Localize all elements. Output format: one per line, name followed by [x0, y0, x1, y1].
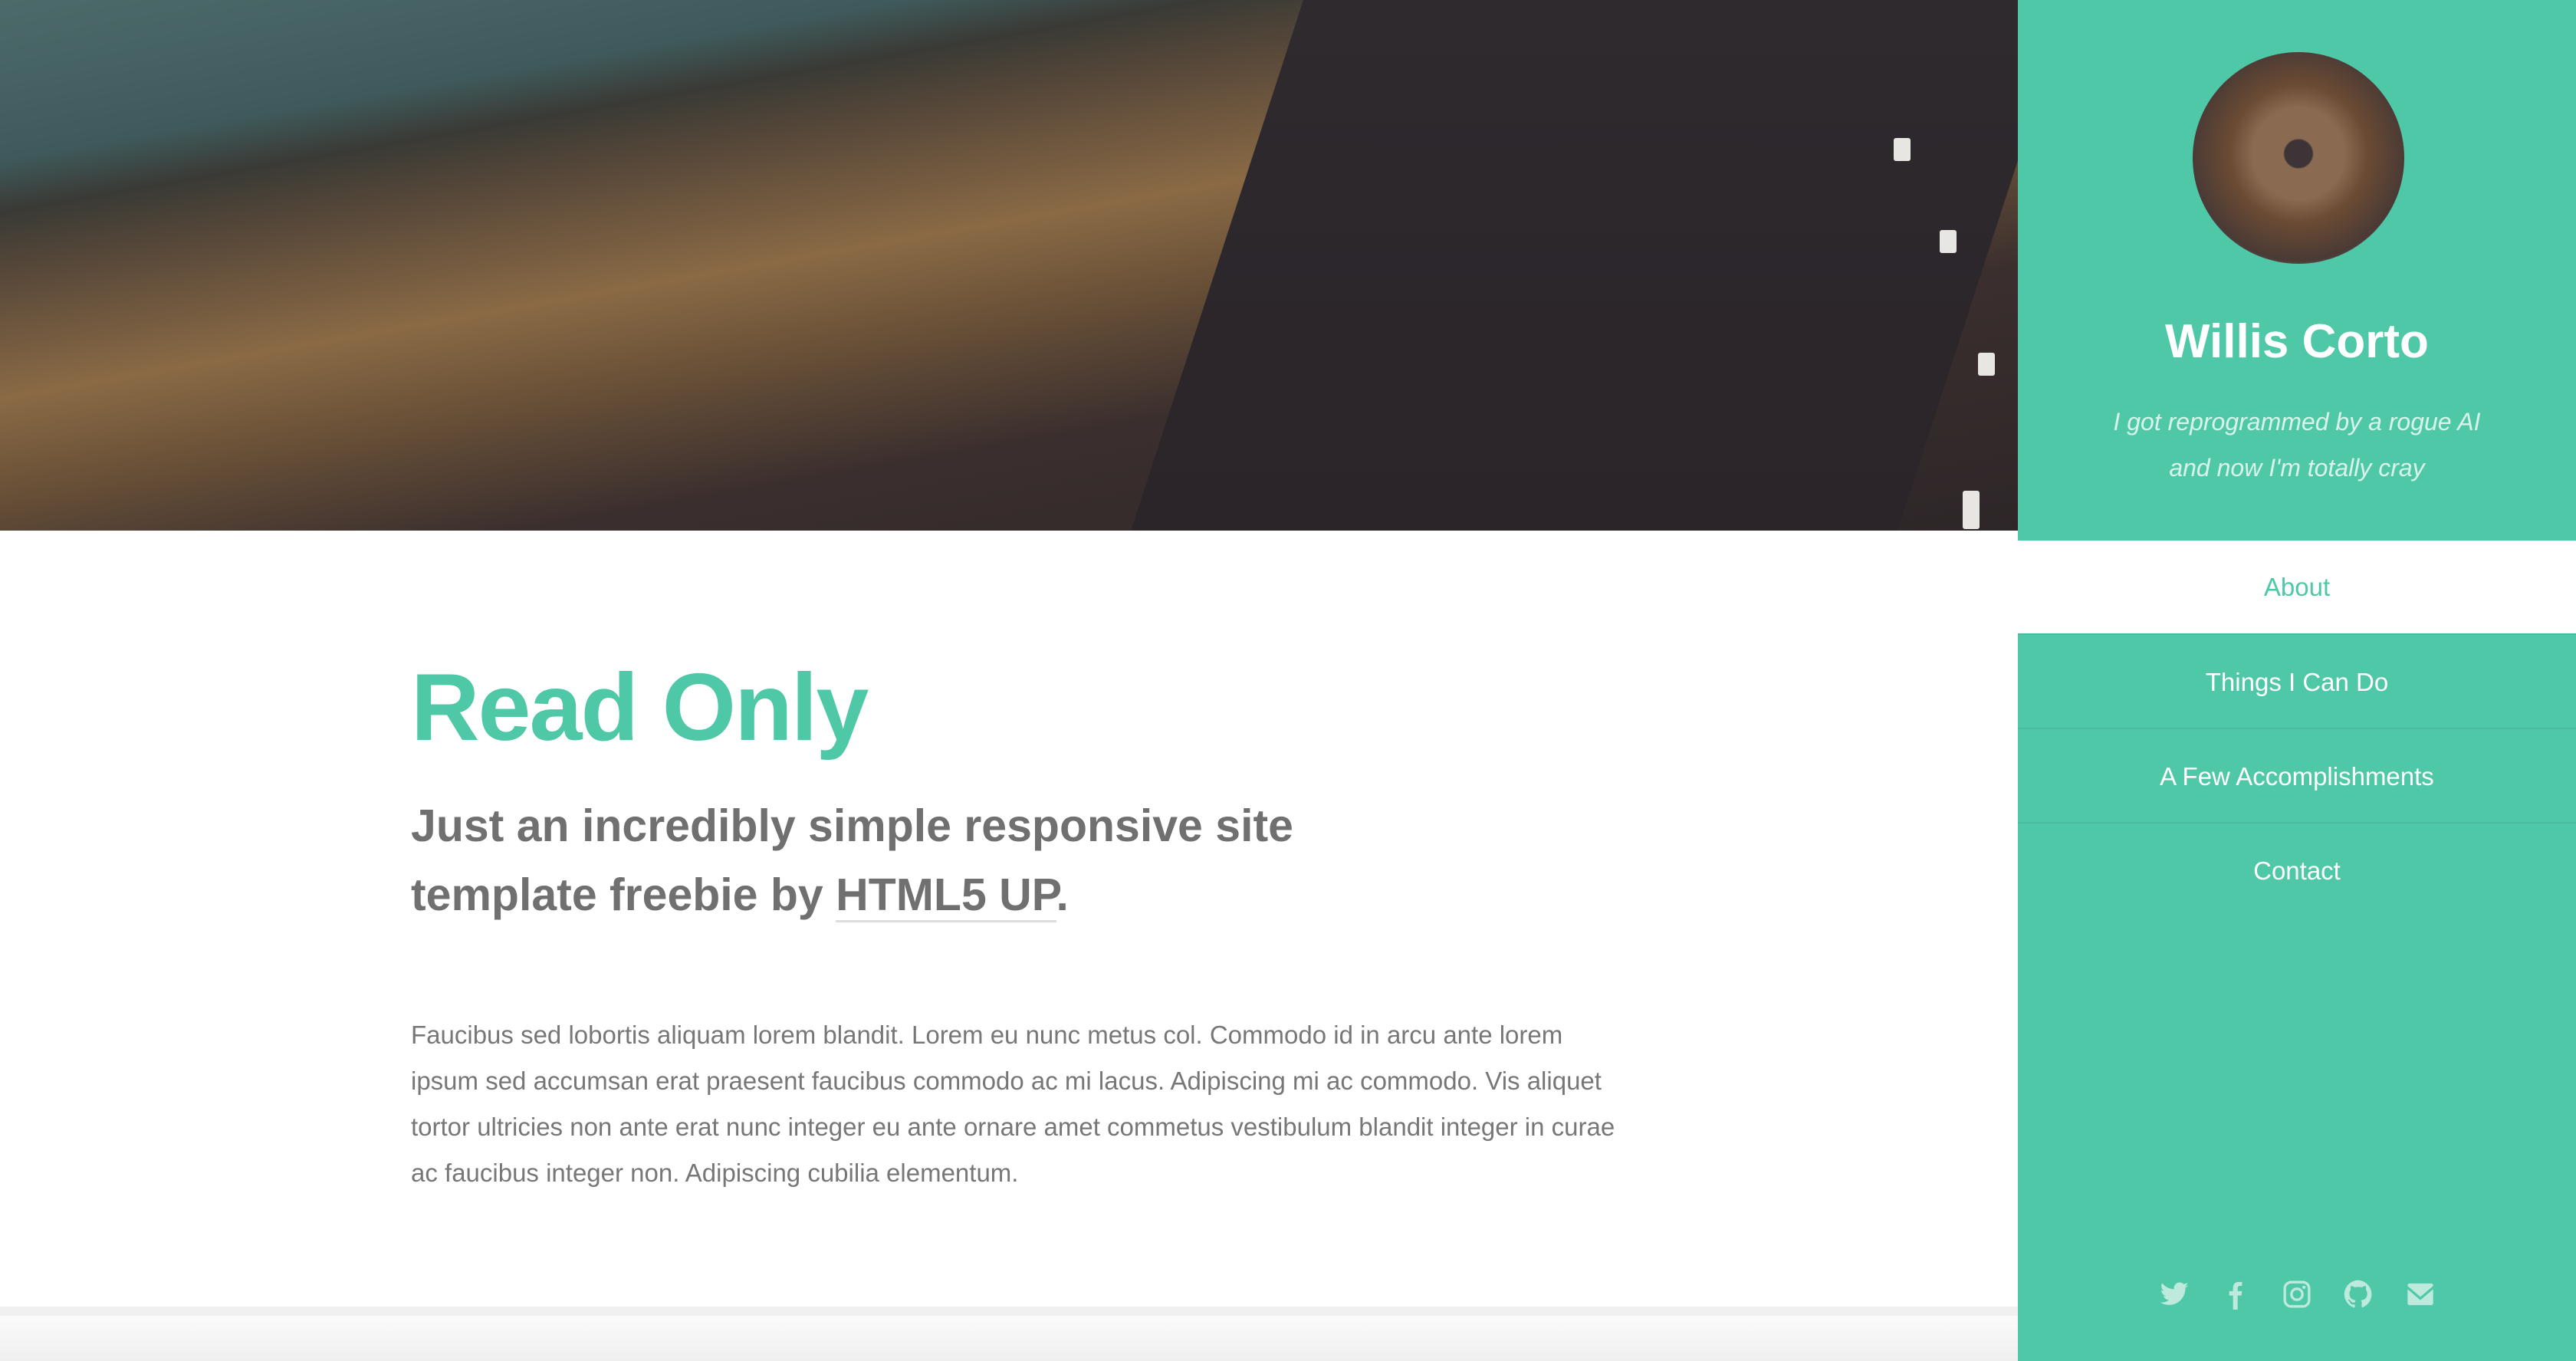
page-title: Read Only: [411, 655, 869, 761]
profile-name: Willis Corto: [2165, 315, 2429, 368]
sidebar: Willis Corto I got reprogrammed by a rog…: [2018, 0, 2576, 1361]
section-divider: [0, 1307, 2018, 1316]
profile-tagline: I got reprogrammed by a rogue AI and now …: [2018, 399, 2576, 491]
body-paragraph: Faucibus sed lobortis aliquam lorem blan…: [411, 1021, 1615, 1187]
github-icon[interactable]: [2342, 1279, 2374, 1311]
nav-item-about[interactable]: About: [2018, 541, 2576, 633]
road-marking: [1978, 353, 1995, 376]
tagline-line: and now I'm totally cray: [2169, 454, 2425, 482]
road-marking: [1940, 230, 1957, 253]
facebook-icon[interactable]: [2220, 1279, 2252, 1311]
instagram-icon[interactable]: [2281, 1279, 2313, 1311]
sidebar-nav: About Things I Can Do A Few Accomplishme…: [2018, 541, 2576, 916]
html5up-link[interactable]: HTML5 UP: [836, 870, 1056, 922]
road-marking: [1963, 491, 1980, 529]
nav-item-accomplishments[interactable]: A Few Accomplishments: [2018, 728, 2576, 822]
road-marking: [1894, 138, 1911, 161]
twitter-icon[interactable]: [2158, 1279, 2190, 1311]
subtitle-period: .: [1056, 870, 1069, 920]
social-links: [2018, 1279, 2576, 1311]
envelope-icon[interactable]: [2404, 1279, 2436, 1311]
tagline-line: I got reprogrammed by a rogue AI: [2113, 408, 2481, 436]
road: [1129, 0, 2018, 531]
nav-item-contact[interactable]: Contact: [2018, 822, 2576, 916]
avatar: [2193, 52, 2404, 264]
nav-item-things-i-can-do[interactable]: Things I Can Do: [2018, 633, 2576, 728]
header-banner-image: [0, 0, 2018, 531]
next-section: [0, 1316, 2018, 1361]
page-subtitle: Just an incredibly simple responsive sit…: [411, 791, 1331, 929]
